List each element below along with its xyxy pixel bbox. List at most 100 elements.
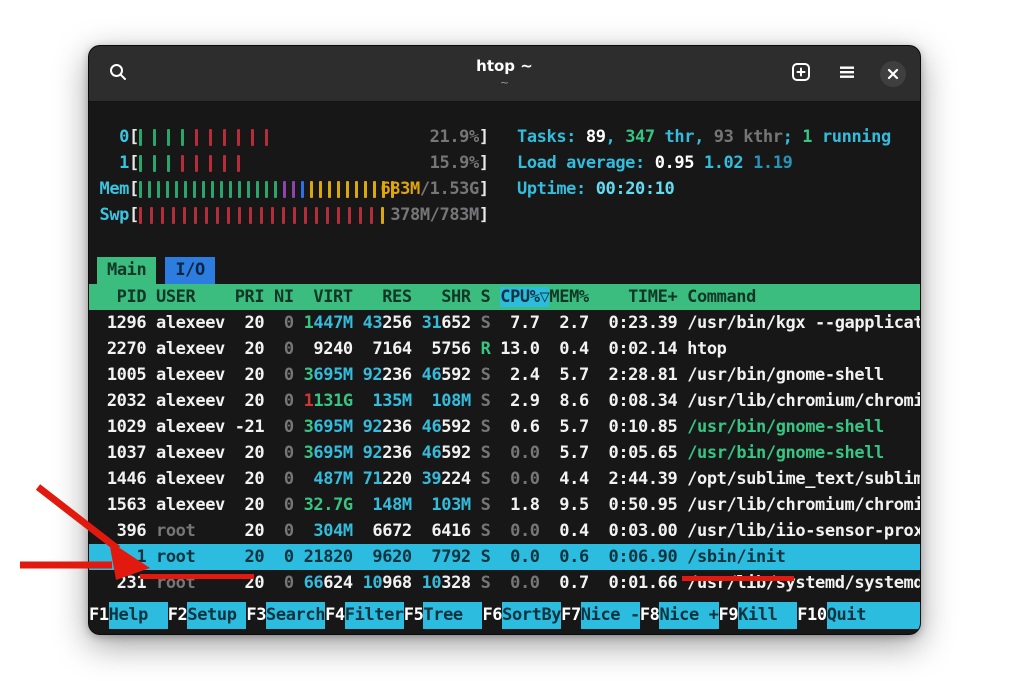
hamburger-icon — [837, 62, 857, 86]
process-row[interactable]: 1296 alexeev 20 0 1447M 43256 31652 S 7.… — [89, 310, 920, 336]
text-segment: alexeev — [156, 495, 235, 515]
text-segment: 0 — [274, 339, 304, 359]
fkey-f10[interactable]: F10Quit — [797, 602, 866, 629]
text-segment: 5.7 — [549, 417, 598, 437]
text-segment: Tasks: — [517, 127, 586, 147]
meter-track: 683M/1.53G — [139, 176, 479, 202]
text-segment: 2.9 — [500, 391, 549, 411]
cpu-0-meter: 0[21.9%] — [89, 124, 501, 150]
text-segment: 2:44.39 — [599, 469, 688, 489]
text-segment: 46 — [422, 443, 442, 463]
htop-screen: 0[21.9%]1[15.9%]Mem[683M/1.53G]Swp[378M/… — [89, 102, 920, 634]
process-row[interactable]: 1037 alexeev 20 0 3695M 92236 46592 S 0.… — [89, 440, 920, 466]
text-segment — [353, 417, 363, 437]
fkey-f7[interactable]: F7Nice - — [561, 602, 640, 629]
fkey-f9[interactable]: F9Kill — [719, 602, 798, 629]
text-segment: 20 — [235, 313, 274, 333]
meter-bars — [139, 202, 392, 228]
close-button[interactable] — [878, 59, 908, 89]
process-row[interactable]: 396 root 20 0 304M 6672 6416 S 0.0 0.4 0… — [89, 518, 920, 544]
text-segment: /sbin/init — [687, 547, 785, 567]
process-row[interactable]: 1029 alexeev -21 0 3695M 92236 46592 S 0… — [89, 414, 920, 440]
table-header[interactable]: PID USER PRI NI VIRT RES SHR S CPU%▽MEM%… — [89, 284, 920, 310]
fkey-label: Help — [109, 602, 168, 629]
text-segment: running — [812, 127, 891, 147]
search-button[interactable] — [103, 59, 133, 89]
new-tab-button[interactable] — [786, 59, 816, 89]
fkey-label: Tree — [423, 602, 482, 629]
process-row[interactable]: 231 root 20 0 66624 10968 10328 S 0.0 0.… — [89, 570, 920, 596]
text-segment: 0:05.65 — [599, 443, 688, 463]
text-segment: /opt/sublime_text/sublim — [687, 469, 920, 489]
text-segment: 9.5 — [549, 495, 598, 515]
text-segment: S — [481, 469, 501, 489]
text-segment: 652 — [441, 313, 480, 333]
text-segment: 695M — [313, 443, 352, 463]
meter-close-bracket: ] — [479, 205, 489, 225]
menu-button[interactable] — [832, 59, 862, 89]
text-segment: 1037 — [97, 443, 156, 463]
text-segment: S — [481, 521, 501, 541]
text-segment: 0:06.90 — [599, 547, 688, 567]
text-segment: S — [481, 313, 501, 333]
fkey-f3[interactable]: F3Search — [246, 602, 325, 629]
text-segment: 71 — [363, 469, 383, 489]
text-segment: 1.8 — [500, 495, 549, 515]
text-segment: 256 — [382, 313, 421, 333]
text-segment: 2270 — [97, 339, 156, 359]
text-segment: 3 — [304, 365, 314, 385]
fkey-f2[interactable]: F2Setup — [168, 602, 247, 629]
fkey-f1[interactable]: F1Help — [89, 602, 168, 629]
text-segment: 378M/783M — [390, 205, 479, 225]
fkey-f8[interactable]: F8Nice + — [640, 602, 719, 629]
text-segment: 92 — [363, 417, 383, 437]
process-row[interactable]: 2032 alexeev 20 0 1131G 135M 108M S 2.9 … — [89, 388, 920, 414]
process-row[interactable]: 2270 alexeev 20 0 9240 7164 5756 R 13.0 … — [89, 336, 920, 362]
text-segment: MEM% TIME+ Command — [549, 287, 756, 307]
text-segment: 0:50.95 — [599, 495, 688, 515]
fkey-bar: F1Help F2Setup F3SearchF4FilterF5Tree F6… — [89, 602, 920, 629]
fkey-f4[interactable]: F4Filter — [325, 602, 404, 629]
text-segment: 0.0 — [500, 521, 549, 541]
text-segment: 2.7 — [549, 313, 598, 333]
headerbar: htop ~ ~ — [89, 46, 920, 102]
meter-open-bracket: [ — [129, 127, 139, 147]
text-segment: root — [156, 573, 235, 593]
text-segment: 9620 — [363, 547, 422, 567]
text-segment: thr — [655, 127, 694, 147]
text-segment: /usr/bin/gnome-shell — [687, 417, 884, 437]
text-segment: 108M — [422, 391, 481, 411]
text-segment: 695M — [313, 365, 352, 385]
text-segment: , — [694, 127, 714, 147]
text-segment: 236 — [382, 417, 421, 437]
text-segment: 231 — [97, 573, 156, 593]
tab-io[interactable]: I/O — [165, 257, 215, 284]
swap-meter: Swp[378M/783M] — [89, 202, 501, 228]
process-row-selected[interactable]: 1 root 20 0 21820 9620 7792 S 0.0 0.6 0:… — [89, 544, 920, 570]
text-segment: /usr/lib/systemd/systemd — [687, 573, 920, 593]
text-segment: 135M — [363, 391, 422, 411]
text-segment: 1.19 — [753, 153, 792, 173]
text-segment: alexeev — [156, 443, 235, 463]
text-segment: /1.53G — [420, 179, 479, 199]
text-segment: 2.4 — [500, 365, 549, 385]
meter-value: 378M/783M — [390, 202, 479, 228]
text-segment: 0 — [274, 573, 304, 593]
process-row[interactable]: 1005 alexeev 20 0 3695M 92236 46592 S 2.… — [89, 362, 920, 388]
text-segment: alexeev — [156, 417, 235, 437]
fkey-f5[interactable]: F5Tree — [404, 602, 483, 629]
tab-main[interactable]: Main — [97, 257, 156, 284]
fkey-f6[interactable]: F6SortBy — [482, 602, 561, 629]
fkey-label: Nice - — [581, 602, 640, 629]
text-segment: 39 — [422, 469, 442, 489]
meter-label: 0 — [97, 127, 129, 147]
text-segment: 20 — [235, 391, 274, 411]
text-segment: 10 — [363, 573, 383, 593]
text-segment: S — [481, 365, 501, 385]
text-segment: 0:10.85 — [599, 417, 688, 437]
text-segment: 328 — [441, 573, 480, 593]
text-segment: 0:23.39 — [599, 313, 688, 333]
process-row[interactable]: 1563 alexeev 20 0 32.7G 148M 103M S 1.8 … — [89, 492, 920, 518]
text-segment: 487M — [304, 469, 363, 489]
process-row[interactable]: 1446 alexeev 20 0 487M 71220 39224 S 0.0… — [89, 466, 920, 492]
